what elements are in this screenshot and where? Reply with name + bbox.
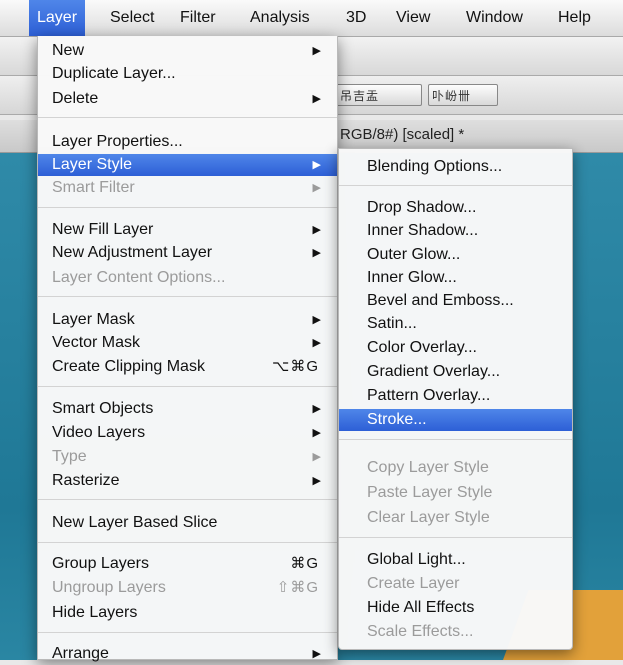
submenu-arrow-icon: ▶ xyxy=(312,475,321,487)
submenu-item-clear-layer-style: Clear Layer Style xyxy=(367,509,490,526)
shortcut-label: ⇧⌘G xyxy=(276,579,319,596)
menu-item-vector-mask[interactable]: Vector Mask ▶ xyxy=(38,332,337,354)
menu-item-new-fill-layer[interactable]: New Fill Layer ▶ xyxy=(38,219,337,241)
submenu-item-paste-layer-style: Paste Layer Style xyxy=(367,484,493,501)
menu-item-new-layer-based-slice[interactable]: New Layer Based Slice xyxy=(38,512,337,534)
menubar-filter[interactable]: Filter xyxy=(172,0,224,36)
shortcut-label: ⌥⌘G xyxy=(272,358,319,375)
menu-item-hide-layers[interactable]: Hide Layers xyxy=(38,602,337,624)
menu-item-layer-style[interactable]: Layer Style ▶ xyxy=(38,154,337,176)
menu-item-create-clipping-mask[interactable]: Create Clipping Mask ⌥⌘G xyxy=(38,356,337,378)
menu-item-rasterize[interactable]: Rasterize ▶ xyxy=(38,470,337,492)
menu-bar: Layer Select Filter Analysis 3D View Win… xyxy=(0,0,623,37)
submenu-item-blending-options[interactable]: Blending Options... xyxy=(339,156,572,178)
submenu-item-pattern-overlay[interactable]: Pattern Overlay... xyxy=(339,385,572,407)
menu-item-layer-mask[interactable]: Layer Mask ▶ xyxy=(38,309,337,331)
layer-style-submenu: Blending Options... Drop Shadow... Inner… xyxy=(338,148,573,650)
submenu-arrow-icon: ▶ xyxy=(312,403,321,415)
submenu-arrow-icon: ▶ xyxy=(312,45,321,57)
menu-separator xyxy=(339,185,572,186)
submenu-arrow-icon: ▶ xyxy=(312,427,321,439)
menu-separator xyxy=(38,117,337,118)
menu-separator xyxy=(38,542,337,543)
distribute-buttons[interactable]: 卟岎卌 xyxy=(428,84,498,106)
submenu-item-hide-all-effects[interactable]: Hide All Effects xyxy=(339,597,572,619)
submenu-item-scale-effects: Scale Effects... xyxy=(367,623,474,640)
menubar-analysis[interactable]: Analysis xyxy=(242,0,318,36)
menubar-help[interactable]: Help xyxy=(550,0,599,36)
submenu-arrow-icon: ▶ xyxy=(312,224,321,236)
submenu-item-stroke[interactable]: Stroke... xyxy=(339,409,572,431)
menu-item-smart-objects[interactable]: Smart Objects ▶ xyxy=(38,398,337,420)
submenu-arrow-icon: ▶ xyxy=(312,247,321,259)
menubar-select[interactable]: Select xyxy=(102,0,162,36)
menubar-window[interactable]: Window xyxy=(458,0,531,36)
menu-item-arrange[interactable]: Arrange ▶ xyxy=(38,643,337,665)
menu-separator xyxy=(38,632,337,633)
submenu-arrow-icon: ▶ xyxy=(312,314,321,326)
submenu-arrow-icon: ▶ xyxy=(312,337,321,349)
menubar-layer[interactable]: Layer xyxy=(29,0,86,36)
menubar-view[interactable]: View xyxy=(388,0,438,36)
menu-item-video-layers[interactable]: Video Layers ▶ xyxy=(38,422,337,444)
menu-item-group-layers[interactable]: Group Layers ⌘G xyxy=(38,553,337,575)
submenu-item-gradient-overlay[interactable]: Gradient Overlay... xyxy=(339,361,572,383)
menu-separator xyxy=(339,537,572,538)
menu-separator xyxy=(339,439,572,440)
submenu-item-inner-shadow[interactable]: Inner Shadow... xyxy=(339,220,572,242)
align-icons: 吊吉盂 xyxy=(340,89,380,103)
submenu-arrow-icon: ▶ xyxy=(312,93,321,105)
menu-separator xyxy=(38,207,337,208)
menu-item-layer-properties[interactable]: Layer Properties... xyxy=(38,131,337,153)
menu-item-smart-filter: Smart Filter ▶ xyxy=(38,177,337,199)
layer-menu: New ▶ Duplicate Layer... Delete ▶ Layer … xyxy=(37,36,338,662)
submenu-item-inner-glow[interactable]: Inner Glow... xyxy=(339,267,572,289)
menu-separator xyxy=(38,296,337,297)
menu-separator xyxy=(38,386,337,387)
submenu-item-global-light[interactable]: Global Light... xyxy=(339,549,572,571)
submenu-item-create-layer: Create Layer xyxy=(367,575,460,592)
submenu-arrow-icon: ▶ xyxy=(312,648,321,660)
menubar-3d[interactable]: 3D xyxy=(338,0,374,36)
menu-item-duplicate-layer[interactable]: Duplicate Layer... xyxy=(38,63,337,85)
submenu-item-bevel-and-emboss[interactable]: Bevel and Emboss... xyxy=(339,290,572,312)
document-tab-title: RGB/8#) [scaled] * xyxy=(340,126,465,143)
menu-item-delete[interactable]: Delete ▶ xyxy=(38,88,337,110)
submenu-item-satin[interactable]: Satin... xyxy=(339,313,572,335)
shortcut-label: ⌘G xyxy=(290,555,319,572)
submenu-arrow-icon: ▶ xyxy=(312,182,321,194)
menu-item-type: Type ▶ xyxy=(38,446,337,468)
submenu-item-outer-glow[interactable]: Outer Glow... xyxy=(339,244,572,266)
submenu-arrow-icon: ▶ xyxy=(312,159,321,171)
menu-item-layer-content-options: Layer Content Options... xyxy=(52,269,226,286)
align-buttons[interactable]: 吊吉盂 xyxy=(336,84,422,106)
distribute-icons: 卟岎卌 xyxy=(432,89,472,103)
submenu-item-drop-shadow[interactable]: Drop Shadow... xyxy=(339,197,572,219)
submenu-item-copy-layer-style: Copy Layer Style xyxy=(367,459,489,476)
submenu-item-color-overlay[interactable]: Color Overlay... xyxy=(339,337,572,359)
submenu-arrow-icon: ▶ xyxy=(312,451,321,463)
menu-separator xyxy=(38,499,337,500)
menu-item-new[interactable]: New ▶ xyxy=(38,40,337,62)
menu-item-new-adjustment-layer[interactable]: New Adjustment Layer ▶ xyxy=(38,242,337,264)
menu-item-ungroup-layers: Ungroup Layers ⇧⌘G xyxy=(38,577,337,599)
